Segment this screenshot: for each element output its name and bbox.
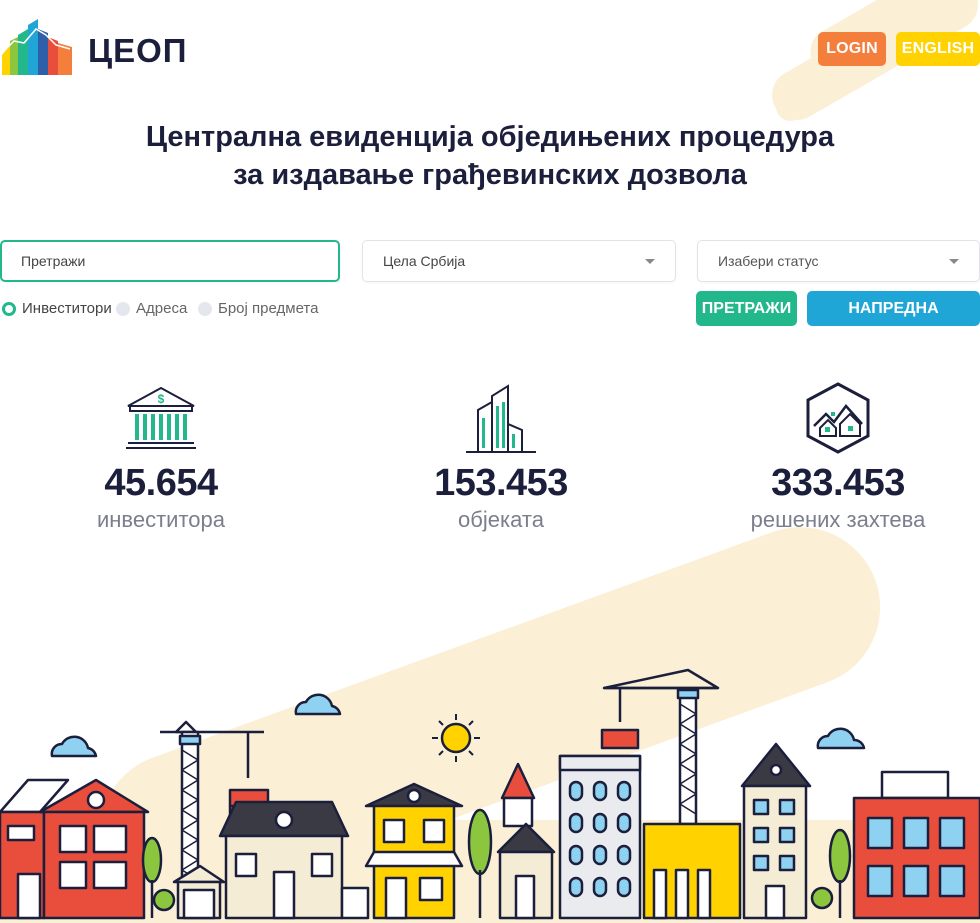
- resolved-requests-label: решених захтева: [750, 507, 926, 532]
- radio-selected-icon: [2, 302, 16, 316]
- logo-text[interactable]: ЦЕОП: [88, 32, 188, 70]
- building-icon: [466, 384, 536, 453]
- english-language-button[interactable]: ENGLISH: [896, 32, 980, 66]
- bank-icon: $: [126, 386, 196, 449]
- radio-case-number[interactable]: Број предмета: [198, 300, 318, 318]
- investors-count: 45.654: [104, 462, 218, 504]
- region-select[interactable]: Цела Србија: [362, 240, 676, 282]
- search-button[interactable]: ПРЕТРАЖИ: [696, 291, 797, 326]
- advanced-search-button[interactable]: НАПРЕДНА ПРЕТРАГА: [807, 291, 980, 352]
- page-title-line-1: Централна евиденција обједињених процеду…: [145, 121, 835, 153]
- objects-label: објеката: [458, 507, 544, 532]
- logo[interactable]: [0, 15, 80, 79]
- investors-label: инвеститора: [96, 507, 225, 532]
- resolved-requests-count: 333.453: [771, 462, 905, 504]
- radio-unselected-icon: [116, 302, 130, 316]
- sun-icon: [432, 714, 480, 762]
- search-input-value: Претражи: [21, 253, 86, 269]
- radio-address[interactable]: Адреса: [116, 300, 187, 318]
- search-input[interactable]: Претражи: [0, 240, 340, 282]
- login-button[interactable]: LOGIN: [818, 32, 886, 66]
- objects-count: 153.453: [434, 462, 568, 504]
- radio-label: Инвеститори: [22, 300, 112, 317]
- status-select[interactable]: Изабери статус: [697, 240, 980, 282]
- status-select-placeholder: Изабери статус: [718, 253, 819, 269]
- region-select-value: Цела Србија: [383, 253, 466, 269]
- chevron-down-icon: [949, 259, 959, 264]
- page-title-line-2: за издавање грађевинских дозвола: [233, 159, 747, 191]
- radio-investors[interactable]: Инвеститори: [2, 300, 112, 318]
- radio-unselected-icon: [198, 302, 212, 316]
- houses-icon: [806, 382, 870, 454]
- svg-text:$: $: [158, 392, 165, 406]
- radio-label: Адреса: [136, 300, 188, 317]
- radio-label: Број предмета: [218, 300, 319, 317]
- logo-icon: [2, 19, 72, 75]
- chevron-down-icon: [645, 259, 655, 264]
- city-illustration: [0, 668, 980, 920]
